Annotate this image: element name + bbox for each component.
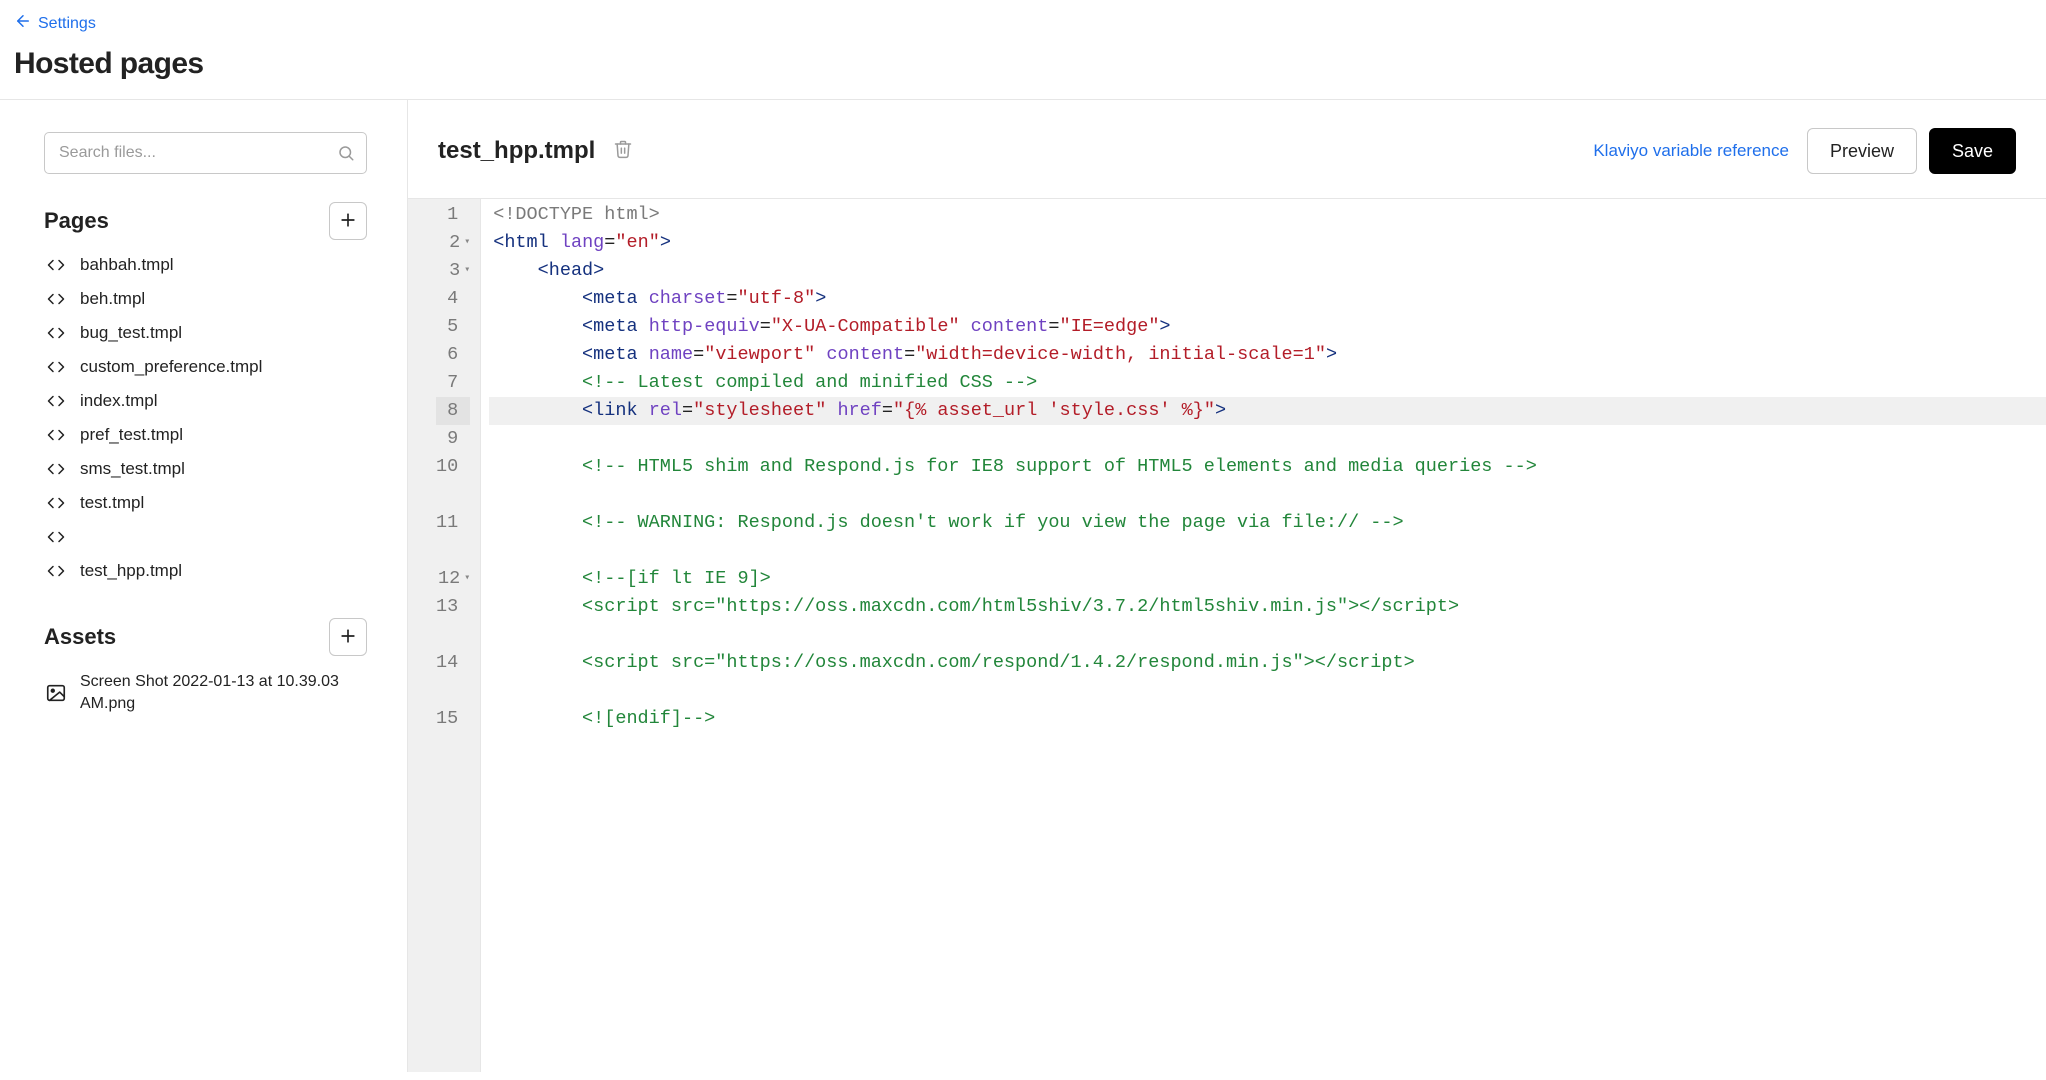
assets-section-title: Assets <box>44 624 116 650</box>
code-line[interactable]: <script src="https://oss.maxcdn.com/resp… <box>489 649 2046 705</box>
image-icon <box>44 683 68 703</box>
file-name: bug_test.tmpl <box>80 323 182 343</box>
file-item[interactable]: test.tmpl <box>44 486 367 520</box>
editor-area: test_hpp.tmpl Klaviyo variable reference… <box>408 100 2046 1072</box>
fold-toggle-icon[interactable]: ▾ <box>464 229 470 257</box>
file-item[interactable] <box>44 520 367 554</box>
file-item[interactable]: bahbah.tmpl <box>44 248 367 282</box>
code-line[interactable]: <!-- WARNING: Respond.js doesn't work if… <box>489 509 2046 565</box>
back-link[interactable]: Settings <box>14 12 96 35</box>
file-name: bahbah.tmpl <box>80 255 174 275</box>
file-name: beh.tmpl <box>80 289 145 309</box>
file-item[interactable]: bug_test.tmpl <box>44 316 367 350</box>
code-icon <box>44 527 68 547</box>
fold-toggle-icon[interactable]: ▾ <box>464 565 470 593</box>
page-title: Hosted pages <box>14 47 2028 81</box>
file-name: sms_test.tmpl <box>80 459 185 479</box>
trash-icon <box>613 147 633 164</box>
add-asset-button[interactable] <box>329 618 367 656</box>
code-icon <box>44 459 68 479</box>
file-item[interactable]: index.tmpl <box>44 384 367 418</box>
code-line[interactable]: <!--[if lt IE 9]> <box>489 565 2046 593</box>
pages-section-title: Pages <box>44 208 109 234</box>
back-link-label: Settings <box>38 15 96 33</box>
code-line[interactable] <box>489 425 2046 453</box>
search-wrap <box>44 132 367 174</box>
code-line[interactable]: <meta charset="utf-8"> <box>489 285 2046 313</box>
code-line[interactable]: <meta name="viewport" content="width=dev… <box>489 341 2046 369</box>
file-item[interactable]: test_hpp.tmpl <box>44 554 367 588</box>
preview-button[interactable]: Preview <box>1807 128 1917 174</box>
fold-toggle-icon[interactable]: ▾ <box>464 257 470 285</box>
code-gutter: 12▾3▾456789101112▾131415 <box>408 199 481 1072</box>
main-layout: Pages bahbah.tmpl beh.tmpl bug_test.tmplcu… <box>0 100 2046 1072</box>
code-body[interactable]: <!DOCTYPE html><html lang="en"> <head> <… <box>481 199 2046 1072</box>
file-name: index.tmpl <box>80 391 157 411</box>
pages-section-head: Pages <box>44 202 367 240</box>
file-item[interactable]: pref_test.tmpl <box>44 418 367 452</box>
file-name: custom_preference.tmpl <box>80 357 262 377</box>
search-input[interactable] <box>44 132 367 174</box>
save-button[interactable]: Save <box>1929 128 2016 174</box>
code-line[interactable]: <!-- HTML5 shim and Respond.js for IE8 s… <box>489 453 2046 509</box>
code-line[interactable]: <link rel="stylesheet" href="{% asset_ur… <box>489 397 2046 425</box>
code-icon <box>44 357 68 377</box>
asset-name: Screen Shot 2022-01-13 at 10.39.03 AM.pn… <box>80 671 367 714</box>
plus-icon <box>338 210 358 233</box>
code-icon <box>44 255 68 275</box>
code-icon <box>44 289 68 309</box>
editor-toolbar: test_hpp.tmpl Klaviyo variable reference… <box>408 100 2046 198</box>
code-line[interactable]: <head> <box>489 257 2046 285</box>
code-line[interactable]: <html lang="en"> <box>489 229 2046 257</box>
delete-file-button[interactable] <box>613 138 633 164</box>
code-editor[interactable]: 12▾3▾456789101112▾131415 <!DOCTYPE html>… <box>408 198 2046 1072</box>
code-line[interactable]: <!-- Latest compiled and minified CSS --… <box>489 369 2046 397</box>
sidebar: Pages bahbah.tmpl beh.tmpl bug_test.tmplcu… <box>0 100 408 1072</box>
file-name: test_hpp.tmpl <box>80 561 182 581</box>
file-item[interactable]: beh.tmpl <box>44 282 367 316</box>
code-icon <box>44 493 68 513</box>
page-header: Settings Hosted pages <box>0 0 2046 100</box>
code-line[interactable]: <!DOCTYPE html> <box>489 201 2046 229</box>
editor-filename: test_hpp.tmpl <box>438 137 595 165</box>
assets-list: Screen Shot 2022-01-13 at 10.39.03 AM.pn… <box>44 664 367 721</box>
plus-icon <box>338 626 358 649</box>
code-icon <box>44 561 68 581</box>
file-name: pref_test.tmpl <box>80 425 183 445</box>
assets-section-head: Assets <box>44 618 367 656</box>
code-line[interactable]: <![endif]--> <box>489 705 2046 733</box>
file-name: test.tmpl <box>80 493 144 513</box>
search-icon <box>337 144 355 162</box>
code-icon <box>44 391 68 411</box>
file-item[interactable]: sms_test.tmpl <box>44 452 367 486</box>
code-icon <box>44 425 68 445</box>
code-line[interactable]: <script src="https://oss.maxcdn.com/html… <box>489 593 2046 649</box>
add-page-button[interactable] <box>329 202 367 240</box>
asset-item[interactable]: Screen Shot 2022-01-13 at 10.39.03 AM.pn… <box>44 664 367 721</box>
variable-reference-link[interactable]: Klaviyo variable reference <box>1593 141 1789 161</box>
arrow-left-icon <box>14 12 32 35</box>
code-line[interactable]: <meta http-equiv="X-UA-Compatible" conte… <box>489 313 2046 341</box>
code-icon <box>44 323 68 343</box>
file-item[interactable]: custom_preference.tmpl <box>44 350 367 384</box>
pages-list: bahbah.tmpl beh.tmpl bug_test.tmpl custom_p… <box>44 248 367 588</box>
